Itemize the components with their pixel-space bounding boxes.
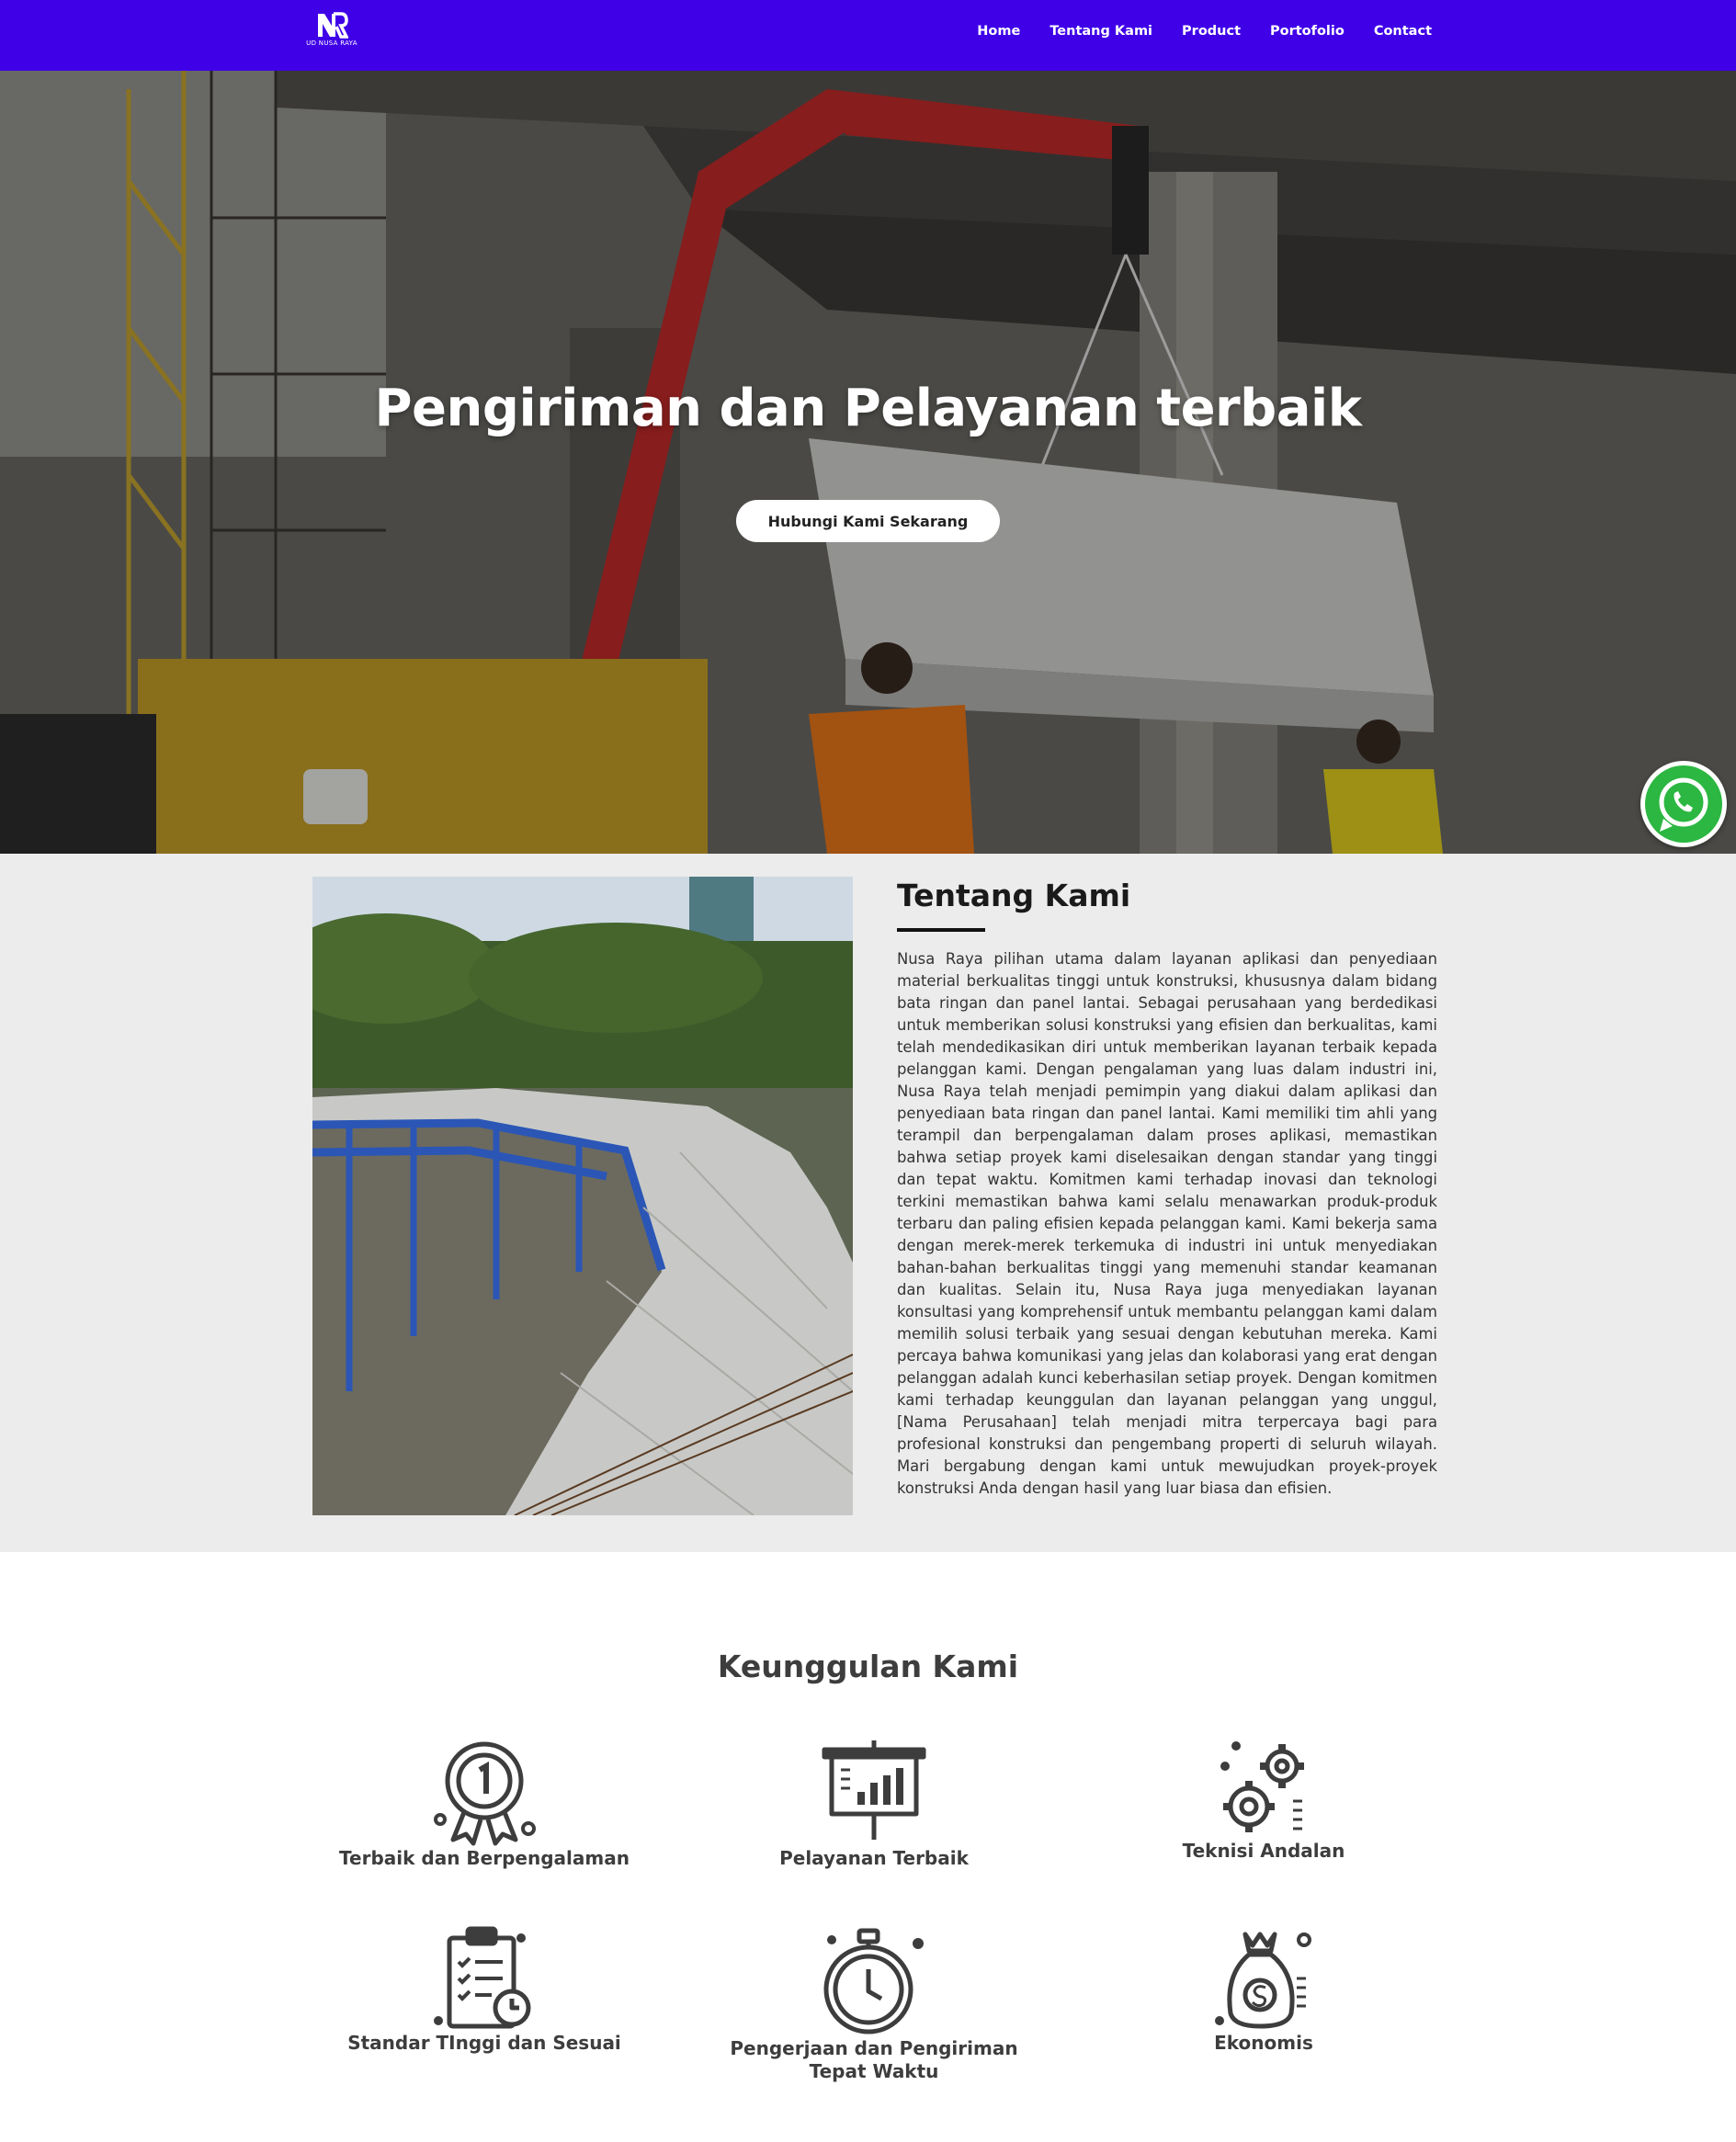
feature-item-on-time: Pengerjaan dan Pengiriman Tepat Waktu — [699, 1925, 1049, 2083]
whatsapp-button[interactable] — [1640, 761, 1727, 847]
feature-item-experienced: Terbaik dan Berpengalaman — [310, 1737, 659, 1870]
about-title: Tentang Kami — [897, 878, 1131, 913]
feature-label: Standar TInggi dan Sesuai — [347, 2032, 621, 2054]
logo[interactable]: UD NUSA RAYA — [301, 11, 362, 51]
nav-item-product[interactable]: Product — [1182, 24, 1241, 39]
logo-mark-icon — [318, 12, 348, 39]
nav-menu: Home Tentang Kami Product Portofolio Con… — [977, 24, 1432, 39]
nav-item-contact[interactable]: Contact — [1374, 24, 1432, 39]
presentation-chart-icon — [822, 1740, 926, 1840]
stopwatch-icon — [823, 1928, 924, 2034]
award-medal-icon — [434, 1741, 536, 1846]
nav-item-portofolio[interactable]: Portofolio — [1270, 24, 1345, 39]
feature-item-service: Pelayanan Terbaik — [699, 1737, 1049, 1870]
feature-item-standard: Standar TInggi dan Sesuai — [310, 1925, 659, 2055]
feature-label: Terbaik dan Berpengalaman — [339, 1847, 630, 1869]
feature-label: Pengerjaan dan Pengiriman Tepat Waktu — [730, 2037, 1018, 2082]
feature-label: Teknisi Andalan — [1182, 1840, 1345, 1862]
feature-label: Ekonomis — [1214, 2032, 1313, 2054]
hero-section: Pengiriman dan Pelayanan terbaik Hubungi… — [0, 71, 1736, 854]
clipboard-checklist-icon — [434, 1926, 531, 2029]
feature-item-economical: Ekonomis — [1089, 1925, 1438, 2055]
nav-item-home[interactable]: Home — [977, 24, 1020, 39]
logo-text: UD NUSA RAYA — [306, 40, 357, 47]
about-title-underline — [897, 928, 985, 932]
feature-label: Pelayanan Terbaik — [779, 1847, 969, 1869]
about-section: Tentang Kami Nusa Raya pilihan utama dal… — [0, 854, 1736, 1552]
whatsapp-icon — [1645, 765, 1722, 843]
gears-icon — [1220, 1741, 1304, 1832]
nav-item-tentang-kami[interactable]: Tentang Kami — [1050, 24, 1152, 39]
hero-title: Pengiriman dan Pelayanan terbaik — [374, 379, 1362, 438]
about-content: Tentang Kami Nusa Raya pilihan utama dal… — [897, 877, 1437, 1500]
hero-overlay — [0, 71, 1736, 854]
features-title: Keunggulan Kami — [717, 1649, 1019, 1684]
about-text: Nusa Raya pilihan utama dalam layanan ap… — [897, 950, 1437, 1497]
navbar: UD NUSA RAYA Home Tentang Kami Product P… — [0, 0, 1736, 71]
money-bag-icon — [1215, 1932, 1311, 2029]
about-photo — [312, 877, 853, 1515]
feature-item-technician: Teknisi Andalan — [1089, 1737, 1438, 1863]
contact-now-button[interactable]: Hubungi Kami Sekarang — [736, 500, 1000, 542]
